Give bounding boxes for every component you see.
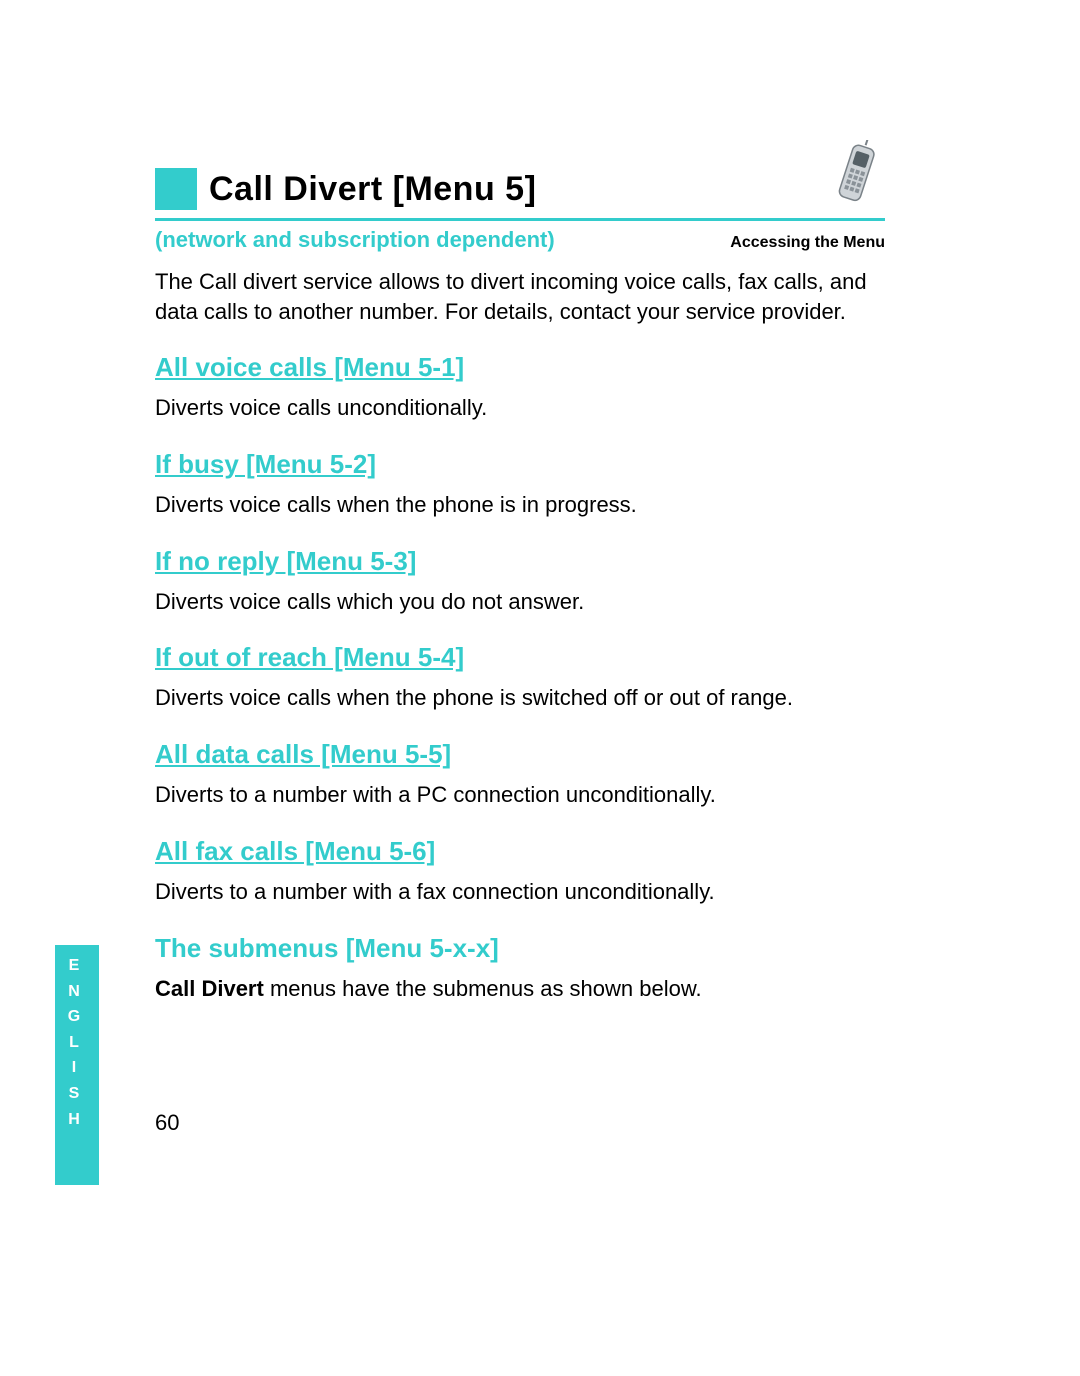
- section-heading: If busy [Menu 5-2]: [155, 449, 376, 480]
- section-body: Diverts to a number with a PC connection…: [155, 780, 885, 810]
- body-rest: menus have the submenus as shown below.: [264, 976, 702, 1001]
- document-page: Call Divert [Menu 5]: [155, 140, 885, 1029]
- section-if-no-reply: If no reply [Menu 5-3] Diverts voice cal…: [155, 546, 885, 617]
- section-label: Accessing the Menu: [730, 234, 885, 252]
- subtitle: (network and subscription dependent): [155, 227, 555, 253]
- section-if-busy: If busy [Menu 5-2] Diverts voice calls w…: [155, 449, 885, 520]
- page-title: Call Divert [Menu 5]: [209, 170, 536, 209]
- section-heading: The submenus [Menu 5-x-x]: [155, 933, 499, 964]
- language-tab: ENGLISH: [55, 945, 99, 1185]
- phone-icon: [830, 140, 885, 210]
- bold-prefix: Call Divert: [155, 976, 264, 1001]
- section-heading: All data calls [Menu 5-5]: [155, 739, 451, 770]
- language-tab-text: ENGLISH: [68, 953, 86, 1132]
- section-body: Diverts voice calls unconditionally.: [155, 393, 885, 423]
- header-divider: [155, 218, 885, 221]
- section-body: Diverts to a number with a fax connectio…: [155, 877, 885, 907]
- section-all-voice-calls: All voice calls [Menu 5-1] Diverts voice…: [155, 352, 885, 423]
- section-body: Diverts voice calls which you do not ans…: [155, 587, 885, 617]
- section-if-out-of-reach: If out of reach [Menu 5-4] Diverts voice…: [155, 642, 885, 713]
- section-heading: All fax calls [Menu 5-6]: [155, 836, 435, 867]
- accent-square-icon: [155, 168, 197, 210]
- section-heading: All voice calls [Menu 5-1]: [155, 352, 464, 383]
- intro-text: The Call divert service allows to divert…: [155, 267, 885, 326]
- subtitle-row: (network and subscription dependent) Acc…: [155, 227, 885, 253]
- header-row: Call Divert [Menu 5]: [155, 140, 885, 210]
- title-block: Call Divert [Menu 5]: [155, 168, 536, 210]
- section-heading: If no reply [Menu 5-3]: [155, 546, 416, 577]
- section-all-fax-calls: All fax calls [Menu 5-6] Diverts to a nu…: [155, 836, 885, 907]
- section-body: Call Divert menus have the submenus as s…: [155, 974, 885, 1004]
- section-body: Diverts voice calls when the phone is sw…: [155, 683, 885, 713]
- section-body: Diverts voice calls when the phone is in…: [155, 490, 885, 520]
- section-all-data-calls: All data calls [Menu 5-5] Diverts to a n…: [155, 739, 885, 810]
- section-heading: If out of reach [Menu 5-4]: [155, 642, 464, 673]
- page-number: 60: [155, 1110, 179, 1136]
- section-submenus: The submenus [Menu 5-x-x] Call Divert me…: [155, 933, 885, 1004]
